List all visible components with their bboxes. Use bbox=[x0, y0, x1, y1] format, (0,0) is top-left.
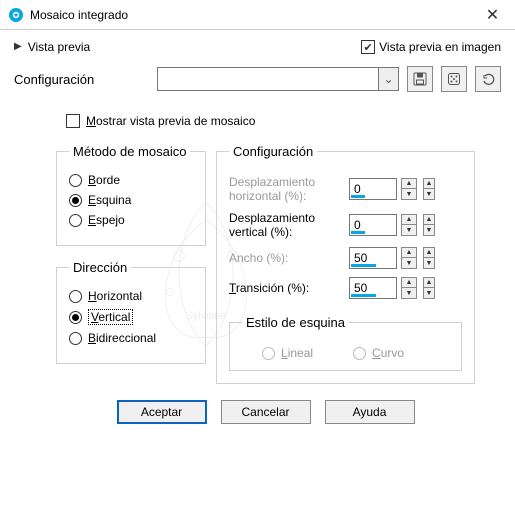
checkmark-icon: ✔ bbox=[361, 40, 375, 54]
desp-h-input[interactable]: 0 bbox=[349, 178, 397, 200]
desp-v-label: Desplazamiento vertical (%): bbox=[229, 211, 349, 239]
ancho-spinner[interactable]: ▲▼ bbox=[401, 247, 417, 269]
transicion-label: Transición (%): bbox=[229, 281, 349, 295]
radio-esquina[interactable]: Esquina bbox=[69, 193, 193, 207]
desp-h-menu[interactable]: ▲▼ bbox=[423, 178, 435, 200]
config-combo-value bbox=[158, 68, 378, 90]
save-preset-button[interactable] bbox=[407, 66, 433, 92]
vista-previa-imagen-checkbox[interactable]: ✔ Vista previa en imagen bbox=[361, 40, 501, 54]
configuracion-group: Configuración Desplazamiento horizontal … bbox=[216, 144, 475, 384]
radio-horizontal[interactable]: Horizontal bbox=[69, 289, 193, 303]
help-button[interactable]: Ayuda bbox=[325, 400, 415, 424]
radio-icon bbox=[69, 311, 82, 324]
app-icon bbox=[8, 7, 24, 23]
desp-vertical-row: Desplazamiento vertical (%): 0 ▲▼ ▲▼ bbox=[229, 211, 462, 239]
ancho-row: Ancho (%): 50 ▲▼ ▲▼ bbox=[229, 247, 462, 269]
ancho-label: Ancho (%): bbox=[229, 251, 349, 265]
show-mosaic-preview-checkbox[interactable]: Mostrar vista previa de mosaico bbox=[66, 114, 475, 128]
radio-borde[interactable]: Borde bbox=[69, 173, 193, 187]
ok-button[interactable]: Aceptar bbox=[117, 400, 207, 424]
vista-previa-imagen-label: Vista previa en imagen bbox=[379, 40, 501, 54]
configuracion-legend: Configuración bbox=[229, 144, 317, 159]
desp-v-menu[interactable]: ▲▼ bbox=[423, 214, 435, 236]
window-title: Mosaico integrado bbox=[30, 8, 470, 22]
transicion-row: Transición (%): 50 ▲▼ ▲▼ bbox=[229, 277, 462, 299]
desp-h-label: Desplazamiento horizontal (%): bbox=[229, 175, 349, 203]
vista-previa-toggle[interactable]: ▶ Vista previa bbox=[14, 40, 90, 54]
metodo-mosaico-group: Método de mosaico Borde Esquina Espejo bbox=[56, 144, 206, 246]
transicion-menu[interactable]: ▲▼ bbox=[423, 277, 435, 299]
show-preview-label: Mostrar vista previa de mosaico bbox=[86, 114, 255, 128]
ancho-input[interactable]: 50 bbox=[349, 247, 397, 269]
estilo-esquina-legend: Estilo de esquina bbox=[242, 315, 349, 330]
config-row: Configuración ⌄ bbox=[0, 62, 515, 108]
direccion-group: Dirección Horizontal Vertical Bidireccio… bbox=[56, 260, 206, 364]
reset-button[interactable] bbox=[475, 66, 501, 92]
close-button[interactable]: ✕ bbox=[470, 0, 515, 30]
reset-icon bbox=[481, 72, 495, 86]
radio-vertical[interactable]: Vertical bbox=[69, 309, 193, 325]
radio-lineal: Lineal bbox=[262, 346, 313, 360]
vista-previa-label: Vista previa bbox=[28, 40, 90, 54]
dialog-buttons: Aceptar Cancelar Ayuda bbox=[56, 384, 475, 424]
config-label: Configuración bbox=[14, 72, 149, 87]
radio-espejo[interactable]: Espejo bbox=[69, 213, 193, 227]
metodo-legend: Método de mosaico bbox=[69, 144, 190, 159]
transicion-input[interactable]: 50 bbox=[349, 277, 397, 299]
radio-icon bbox=[69, 214, 82, 227]
checkbox-empty-icon bbox=[66, 114, 80, 128]
desp-horizontal-row: Desplazamiento horizontal (%): 0 ▲▼ ▲▼ bbox=[229, 175, 462, 203]
cancel-button[interactable]: Cancelar bbox=[221, 400, 311, 424]
radio-icon bbox=[353, 347, 366, 360]
expand-icon: ▶ bbox=[14, 42, 22, 52]
randomize-button[interactable] bbox=[441, 66, 467, 92]
preview-row: ▶ Vista previa ✔ Vista previa en imagen bbox=[0, 30, 515, 62]
ancho-menu[interactable]: ▲▼ bbox=[423, 247, 435, 269]
estilo-esquina-group: Estilo de esquina Lineal Curvo bbox=[229, 315, 462, 371]
transicion-spinner[interactable]: ▲▼ bbox=[401, 277, 417, 299]
radio-icon bbox=[262, 347, 275, 360]
radio-icon bbox=[69, 174, 82, 187]
direccion-legend: Dirección bbox=[69, 260, 131, 275]
chevron-down-icon[interactable]: ⌄ bbox=[378, 68, 398, 90]
dice-icon bbox=[447, 72, 461, 86]
content-area: Mostrar vista previa de mosaico Sylviane… bbox=[0, 108, 515, 434]
radio-icon bbox=[69, 332, 82, 345]
config-combo[interactable]: ⌄ bbox=[157, 67, 399, 91]
radio-icon bbox=[69, 290, 82, 303]
floppy-icon bbox=[413, 72, 427, 86]
radio-bidireccional[interactable]: Bidireccional bbox=[69, 331, 193, 345]
radio-icon bbox=[69, 194, 82, 207]
desp-h-spinner[interactable]: ▲▼ bbox=[401, 178, 417, 200]
desp-v-input[interactable]: 0 bbox=[349, 214, 397, 236]
title-bar: Mosaico integrado ✕ bbox=[0, 0, 515, 30]
radio-curvo: Curvo bbox=[353, 346, 404, 360]
desp-v-spinner[interactable]: ▲▼ bbox=[401, 214, 417, 236]
